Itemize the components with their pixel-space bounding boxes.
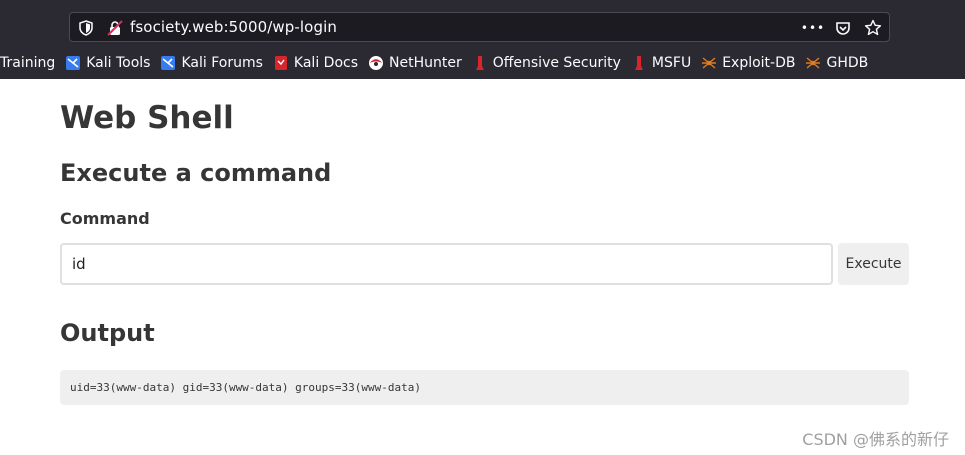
- execute-button[interactable]: Execute: [838, 243, 909, 285]
- bookmarks-toolbar: Training Kali Tools Kali Forums Kali Doc…: [0, 50, 965, 76]
- bookmark-label: Offensive Security: [492, 55, 621, 71]
- bookmark-label: NetHunter: [389, 55, 462, 71]
- bookmark-nethunter[interactable]: NetHunter: [368, 55, 462, 71]
- kali-icon: [160, 55, 176, 71]
- browser-chrome: fsociety.web:5000/wp-login ••• Training …: [0, 0, 965, 79]
- spider-icon: [701, 55, 717, 71]
- bookmark-label: Kali Tools: [86, 55, 151, 71]
- kali-docs-icon: [273, 55, 289, 71]
- bookmark-kali-forums[interactable]: Kali Forums: [160, 55, 263, 71]
- kali-icon: [65, 55, 81, 71]
- page-title: Web Shell: [60, 100, 234, 136]
- more-dots-icon[interactable]: •••: [801, 18, 824, 38]
- shield-icon[interactable]: [79, 20, 93, 40]
- url-bar[interactable]: fsociety.web:5000/wp-login •••: [69, 12, 890, 42]
- output-title: Output: [60, 319, 155, 347]
- pocket-icon[interactable]: [833, 18, 853, 38]
- watermark: CSDN @佛系的新仔: [802, 430, 949, 449]
- command-label: Command: [60, 209, 150, 228]
- bookmark-label: GHDB: [826, 55, 869, 71]
- bookmark-label: Kali Docs: [293, 55, 359, 71]
- bookmark-kali-docs[interactable]: Kali Docs: [273, 55, 358, 71]
- bookmark-label: MSFU: [651, 55, 692, 71]
- url-text[interactable]: fsociety.web:5000/wp-login: [130, 18, 337, 36]
- bookmark-ghdb[interactable]: GHDB: [805, 55, 868, 71]
- insecure-lock-icon[interactable]: [107, 20, 123, 40]
- bookmark-label: Kali Forums: [181, 55, 263, 71]
- section-title: Execute a command: [60, 159, 332, 187]
- bookmark-msfu[interactable]: MSFU: [631, 55, 691, 71]
- spider-icon: [805, 55, 821, 71]
- bookmark-kali-tools[interactable]: Kali Tools: [65, 55, 150, 71]
- star-icon[interactable]: [863, 18, 883, 38]
- offsec-icon: [472, 55, 488, 71]
- bookmark-training[interactable]: Training: [0, 55, 55, 71]
- bookmark-label: Training: [0, 55, 56, 71]
- offsec-icon: [631, 55, 647, 71]
- output-box: uid=33(www-data) gid=33(www-data) groups…: [60, 370, 909, 405]
- command-input[interactable]: [60, 243, 833, 285]
- nethunter-icon: [368, 55, 384, 71]
- bookmark-exploit-db[interactable]: Exploit-DB: [701, 55, 795, 71]
- bookmark-offensive-security[interactable]: Offensive Security: [472, 55, 621, 71]
- url-actions: •••: [801, 18, 883, 38]
- bookmark-label: Exploit-DB: [722, 55, 796, 71]
